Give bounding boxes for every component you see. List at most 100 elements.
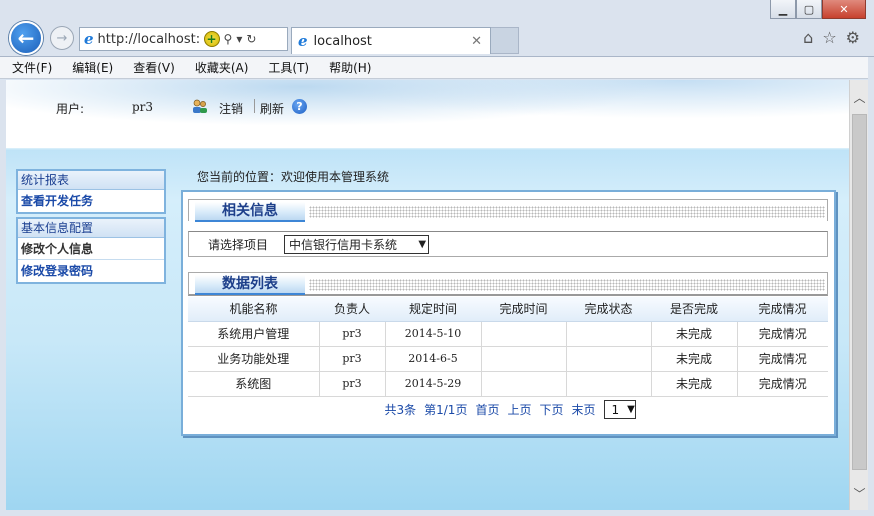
column-header: 机能名称 <box>188 297 319 322</box>
scroll-thumb[interactable] <box>852 114 867 470</box>
page-viewport: 用户: pr3 注销 刷新 ? 统计报表 查看开发任务 基本信息配置 修改个人信… <box>6 80 849 510</box>
project-select[interactable]: 中信银行信用卡系统 ▼ <box>284 234 430 254</box>
dropdown-caret-icon[interactable]: ▾ <box>236 32 242 46</box>
user-label: 用户: <box>56 102 85 116</box>
window-frame-bottom <box>0 510 874 516</box>
tab-ie-icon: e <box>298 32 308 50</box>
pager-prev-link[interactable]: 上页 <box>507 401 531 418</box>
cell-owner: pr3 <box>319 321 386 347</box>
cell-is-finished: 未完成 <box>651 321 738 347</box>
sidebar-item-edit-profile[interactable]: 修改个人信息 <box>18 238 164 260</box>
task-table: 机能名称 负责人 规定时间 完成时间 完成状态 是否完成 完成情况 系统用户管理… <box>188 297 828 397</box>
list-section-header: 数据列表 <box>188 272 828 296</box>
address-bar[interactable]: e http://localhost:80 + ⚲ ▾ ↻ <box>79 27 288 51</box>
menu-bar: 文件(F) 编辑(E) 查看(V) 收藏夹(A) 工具(T) 帮助(H) <box>0 57 874 79</box>
sidebar-item-change-password[interactable]: 修改登录密码 <box>18 260 164 282</box>
menu-favorites[interactable]: 收藏夹(A) <box>193 59 251 76</box>
cell-finish-time <box>481 371 567 397</box>
users-icon[interactable] <box>192 98 208 114</box>
main-panel: 相关信息 请选择项目 中信银行信用卡系统 ▼ 数据列表 机能名称 负责人 规定时… <box>181 190 836 436</box>
menu-view[interactable]: 查看(V) <box>131 59 177 76</box>
close-icon[interactable]: ✕ <box>822 0 866 19</box>
window-controls: ▁ ▢ ✕ <box>770 0 866 20</box>
cell-due-date: 2014-6-5 <box>385 346 482 372</box>
vertical-scrollbar[interactable]: ︿ ﹀ <box>849 80 868 510</box>
home-icon[interactable]: ⌂ <box>803 28 813 47</box>
address-text[interactable]: http://localhost:80 <box>98 32 200 47</box>
menu-edit[interactable]: 编辑(E) <box>70 59 115 76</box>
sidebar-group-title[interactable]: 统计报表 <box>18 171 164 190</box>
column-header: 规定时间 <box>385 297 481 322</box>
pager-last-link[interactable]: 末页 <box>572 401 596 418</box>
ie-logo-icon: e <box>84 30 94 48</box>
cell-function-name: 业务功能处理 <box>188 346 320 372</box>
menu-file[interactable]: 文件(F) <box>10 59 54 76</box>
scroll-up-icon[interactable]: ︿ <box>850 82 869 112</box>
cell-function-name: 系统图 <box>188 371 320 397</box>
section-dots <box>309 206 825 218</box>
browser-chrome: ▁ ▢ ✕ ← → e http://localhost:80 + ⚲ ▾ ↻ … <box>0 0 874 57</box>
sidebar-group-title[interactable]: 基本信息配置 <box>18 219 164 238</box>
cell-finish-time <box>481 346 567 372</box>
new-tab-button[interactable] <box>491 27 519 54</box>
table-header-row: 机能名称 负责人 规定时间 完成时间 完成状态 是否完成 完成情况 <box>188 297 828 322</box>
forward-arrow-icon[interactable]: → <box>50 26 74 50</box>
refresh-icon[interactable]: ↻ <box>246 32 256 46</box>
gear-icon[interactable]: ⚙ <box>846 28 860 47</box>
search-icon[interactable]: ⚲ <box>224 32 233 46</box>
cell-finish-detail-link[interactable]: 完成情况 <box>737 371 828 397</box>
info-section-title: 相关信息 <box>195 202 305 222</box>
table-row: 系统用户管理 pr3 2014-5-10 未完成 完成情况 <box>188 321 828 347</box>
cell-finish-status <box>566 321 652 347</box>
menu-tools[interactable]: 工具(T) <box>266 59 311 76</box>
toolbar-icons: ⌂ ☆ ⚙ <box>803 28 860 47</box>
chevron-down-icon: ▼ <box>418 238 427 250</box>
browser-tab[interactable]: e localhost ✕ <box>291 27 491 54</box>
header-separator <box>254 99 255 113</box>
cell-owner: pr3 <box>319 371 386 397</box>
scroll-down-icon[interactable]: ﹀ <box>850 478 869 508</box>
minimize-icon[interactable]: ▁ <box>770 0 796 19</box>
star-icon[interactable]: ☆ <box>822 28 836 47</box>
project-select-value: 中信银行信用卡系统 <box>289 237 398 252</box>
cell-function-name: 系统用户管理 <box>188 321 320 347</box>
info-section-header: 相关信息 <box>188 199 828 222</box>
column-header: 负责人 <box>319 297 385 322</box>
column-header: 完成时间 <box>481 297 566 322</box>
cell-is-finished: 未完成 <box>651 346 738 372</box>
compat-plus-icon[interactable]: + <box>203 31 220 47</box>
page-select-value: 1 <box>611 402 620 417</box>
refresh-link[interactable]: 刷新 <box>260 100 284 117</box>
user-value: pr3 <box>132 100 154 114</box>
help-icon[interactable]: ? <box>292 99 307 114</box>
breadcrumb: 您当前的位置：欢迎使用本管理系统 <box>197 170 390 184</box>
pager-first-link[interactable]: 首页 <box>475 401 499 418</box>
window-frame-left <box>0 80 6 516</box>
logout-link[interactable]: 注销 <box>219 100 243 117</box>
tab-title: localhost <box>313 33 372 49</box>
tab-close-icon[interactable]: ✕ <box>471 34 482 49</box>
list-section-title: 数据列表 <box>195 275 305 295</box>
table-row: 系统图 pr3 2014-5-29 未完成 完成情况 <box>188 371 828 397</box>
pagination: 共3条 第1/1页 首页 上页 下页 末页 1 ▼ <box>188 400 828 419</box>
pager-next-link[interactable]: 下页 <box>539 401 563 418</box>
chevron-down-icon: ▼ <box>627 404 635 415</box>
sidebar-group-config: 基本信息配置 修改个人信息 修改登录密码 <box>16 217 166 284</box>
cell-owner: pr3 <box>319 346 386 372</box>
sidebar-item-view-tasks[interactable]: 查看开发任务 <box>18 190 164 212</box>
cell-finish-time <box>481 321 567 347</box>
page-select[interactable]: 1 ▼ <box>603 400 636 419</box>
back-arrow-icon[interactable]: ← <box>9 21 43 55</box>
sidebar-group-reports: 统计报表 查看开发任务 <box>16 169 166 214</box>
cell-finish-detail-link[interactable]: 完成情况 <box>737 346 828 372</box>
column-header: 完成状态 <box>566 297 651 322</box>
window-frame-right <box>868 57 874 516</box>
maximize-icon[interactable]: ▢ <box>796 0 822 19</box>
cell-due-date: 2014-5-10 <box>385 321 482 347</box>
project-select-row: 请选择项目 中信银行信用卡系统 ▼ <box>188 231 828 257</box>
menu-help[interactable]: 帮助(H) <box>327 59 373 76</box>
cell-finish-detail-link[interactable]: 完成情况 <box>737 321 828 347</box>
cell-is-finished: 未完成 <box>651 371 738 397</box>
column-header: 完成情况 <box>737 297 828 322</box>
cell-finish-status <box>566 346 652 372</box>
